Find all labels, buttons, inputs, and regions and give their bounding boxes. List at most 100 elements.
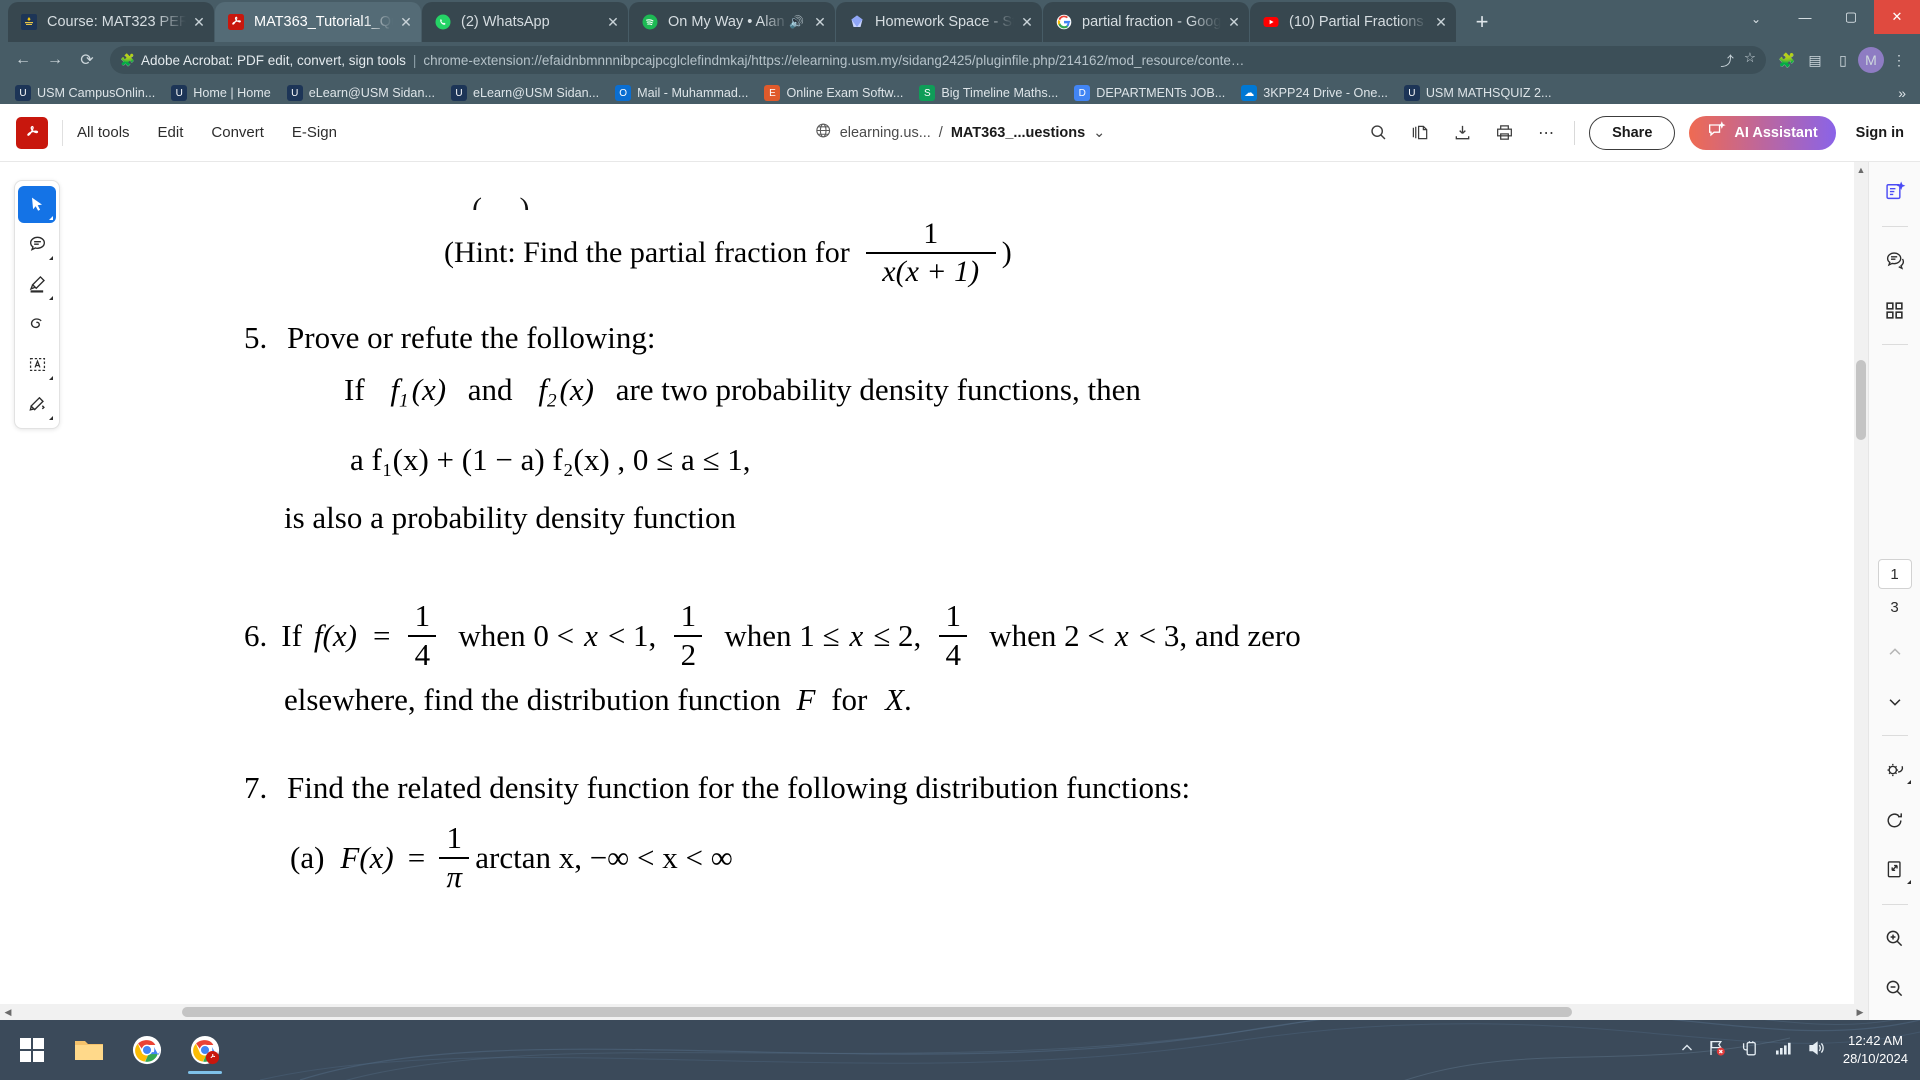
battery-icon[interactable] <box>1740 1038 1760 1063</box>
page-up-icon[interactable] <box>1877 634 1913 670</box>
comment-tool[interactable] <box>18 226 56 263</box>
close-icon[interactable]: ✕ <box>604 14 622 31</box>
share-button[interactable]: Share <box>1589 115 1676 150</box>
close-window-button[interactable]: ✕ <box>1874 0 1920 34</box>
highlight-tool[interactable] <box>18 266 56 303</box>
star-icon[interactable]: ☆ <box>1744 50 1756 70</box>
select-tool[interactable] <box>18 186 56 223</box>
text-box-tool[interactable] <box>18 346 56 383</box>
search-icon[interactable] <box>1364 119 1392 147</box>
browser-tab[interactable]: (2) WhatsApp ✕ <box>422 2 628 42</box>
extensions-icon[interactable]: 🧩 <box>1774 47 1800 73</box>
breadcrumb-site[interactable]: elearning.us... <box>840 125 931 141</box>
kebab-menu-icon[interactable]: ⋮ <box>1886 47 1912 73</box>
zoom-out-icon[interactable] <box>1877 970 1913 1006</box>
page-down-icon[interactable] <box>1877 684 1913 720</box>
bookmark-item[interactable]: D DEPARTMENTs JOB... <box>1067 82 1232 104</box>
display-mode-icon[interactable] <box>1877 752 1913 788</box>
share-icon[interactable]: ⤴ <box>1720 50 1734 70</box>
q7-number: 7. <box>244 770 268 805</box>
zoom-in-icon[interactable] <box>1877 921 1913 957</box>
menu-all-tools[interactable]: All tools <box>77 124 130 141</box>
close-icon[interactable]: ✕ <box>397 14 415 31</box>
browser-tab[interactable]: partial fraction - Googl ✕ <box>1043 2 1249 42</box>
print-icon[interactable] <box>1490 119 1518 147</box>
fit-page-icon[interactable] <box>1877 852 1913 888</box>
file-explorer-icon[interactable] <box>60 1024 118 1076</box>
chrome-icon[interactable] <box>118 1024 176 1076</box>
bookmark-label: eLearn@USM Sidan... <box>308 86 435 100</box>
pdf-document-area[interactable]: ( ) (Hint: Find the partial fraction for… <box>72 162 1868 1020</box>
maximize-button[interactable]: ▢ <box>1828 0 1874 34</box>
usm-crest-icon: U <box>1403 85 1420 101</box>
new-tab-button[interactable]: + <box>1465 5 1499 39</box>
forward-icon[interactable]: → <box>40 45 70 75</box>
close-icon[interactable]: ✕ <box>1432 14 1450 31</box>
bookmark-item[interactable]: U eLearn@USM Sidan... <box>444 82 606 104</box>
rotate-icon[interactable] <box>1877 802 1913 838</box>
close-icon[interactable]: ✕ <box>1225 14 1243 31</box>
bookmark-item[interactable]: ☁ 3KPP24 Drive - One... <box>1234 82 1395 104</box>
reading-list-icon[interactable]: ▤ <box>1802 47 1828 73</box>
menu-convert[interactable]: Convert <box>211 124 264 141</box>
browser-tab[interactable]: MAT363_Tutorial1_Que ✕ <box>215 2 421 42</box>
avatar[interactable]: M <box>1858 47 1884 73</box>
scrollbar-thumb[interactable] <box>182 1007 1572 1017</box>
chevron-down-icon[interactable]: ⌄ <box>1093 125 1105 141</box>
browser-tab[interactable]: Course: MAT323 PERSA ✕ <box>8 2 214 42</box>
more-options-icon[interactable]: ⋯ <box>1532 119 1560 147</box>
minimize-button[interactable]: — <box>1782 0 1828 34</box>
bookmark-item[interactable]: U USM CampusOnlin... <box>8 82 162 104</box>
signal-icon[interactable] <box>1773 1038 1793 1063</box>
all-tools-grid-icon[interactable] <box>1877 292 1913 328</box>
show-hidden-icons-icon[interactable] <box>1680 1041 1694 1060</box>
breadcrumb-file[interactable]: MAT363_...uestions <box>951 125 1085 141</box>
taskbar-clock[interactable]: 12:42 AM 28/10/2024 <box>1839 1032 1908 1067</box>
close-icon[interactable]: ✕ <box>190 14 208 31</box>
browser-tab[interactable]: (10) Partial Fractions D ✕ <box>1250 2 1456 42</box>
scroll-right-icon[interactable]: ▶ <box>1852 1004 1868 1020</box>
bookmark-item[interactable]: U eLearn@USM Sidan... <box>280 82 442 104</box>
address-bar[interactable]: 🧩 Adobe Acrobat: PDF edit, convert, sign… <box>110 46 1766 74</box>
bookmark-item[interactable]: U USM MATHSQUIZ 2... <box>1397 82 1559 104</box>
chrome-active-icon[interactable] <box>176 1024 234 1076</box>
scroll-up-icon[interactable]: ▲ <box>1854 162 1868 178</box>
draw-tool[interactable] <box>18 306 56 343</box>
volume-icon[interactable] <box>1806 1038 1826 1063</box>
comment-list-icon[interactable] <box>1877 243 1913 279</box>
menu-esign[interactable]: E-Sign <box>292 124 337 141</box>
scrollbar-thumb[interactable] <box>1856 360 1866 440</box>
bookmarks-overflow-button[interactable]: » <box>1898 85 1912 101</box>
mute-tab-icon[interactable]: 🔊 <box>789 15 805 29</box>
network-error-icon[interactable] <box>1707 1038 1727 1063</box>
bookmark-item[interactable]: U Home | Home <box>164 82 277 104</box>
rail-divider <box>1881 225 1908 227</box>
back-icon[interactable]: ← <box>8 45 38 75</box>
bookmark-item[interactable]: O Mail - Muhammad... <box>608 82 755 104</box>
close-icon[interactable]: ✕ <box>811 14 829 31</box>
q5-number: 5. <box>244 320 268 355</box>
windows-start-icon[interactable] <box>4 1028 60 1072</box>
scroll-left-icon[interactable]: ◀ <box>0 1004 16 1020</box>
browser-tab[interactable]: Homework Space - Stu ✕ <box>836 2 1042 42</box>
horizontal-scrollbar[interactable]: ◀ ▶ <box>0 1004 1868 1020</box>
q7-stem-text: Find the related density function for th… <box>287 770 1191 805</box>
download-icon[interactable] <box>1448 119 1476 147</box>
close-icon[interactable]: ✕ <box>1018 14 1036 31</box>
tab-search-icon[interactable]: ⌄ <box>1742 5 1770 33</box>
bookmark-label: Home | Home <box>193 86 271 100</box>
signature-tool[interactable] <box>18 386 56 423</box>
bookmark-item[interactable]: E Online Exam Softw... <box>757 82 910 104</box>
side-panel-icon[interactable]: ▯ <box>1830 47 1856 73</box>
reload-icon[interactable]: ⟳ <box>72 45 102 75</box>
edit-pdf-icon[interactable] <box>1877 174 1913 210</box>
ai-assistant-button[interactable]: AI Assistant <box>1689 115 1836 150</box>
page-thumbnails-icon[interactable] <box>1406 119 1434 147</box>
browser-tab[interactable]: On My Way • Alan 🔊 ✕ <box>629 2 835 42</box>
page-number-input[interactable]: 1 <box>1877 559 1912 590</box>
vertical-scrollbar[interactable]: ▲ ▼ <box>1854 162 1868 1020</box>
bookmark-item[interactable]: S Big Timeline Maths... <box>912 82 1065 104</box>
menu-edit[interactable]: Edit <box>158 124 184 141</box>
sign-in-button[interactable]: Sign in <box>1850 125 1904 141</box>
bookmark-label: DEPARTMENTs JOB... <box>1096 86 1226 100</box>
